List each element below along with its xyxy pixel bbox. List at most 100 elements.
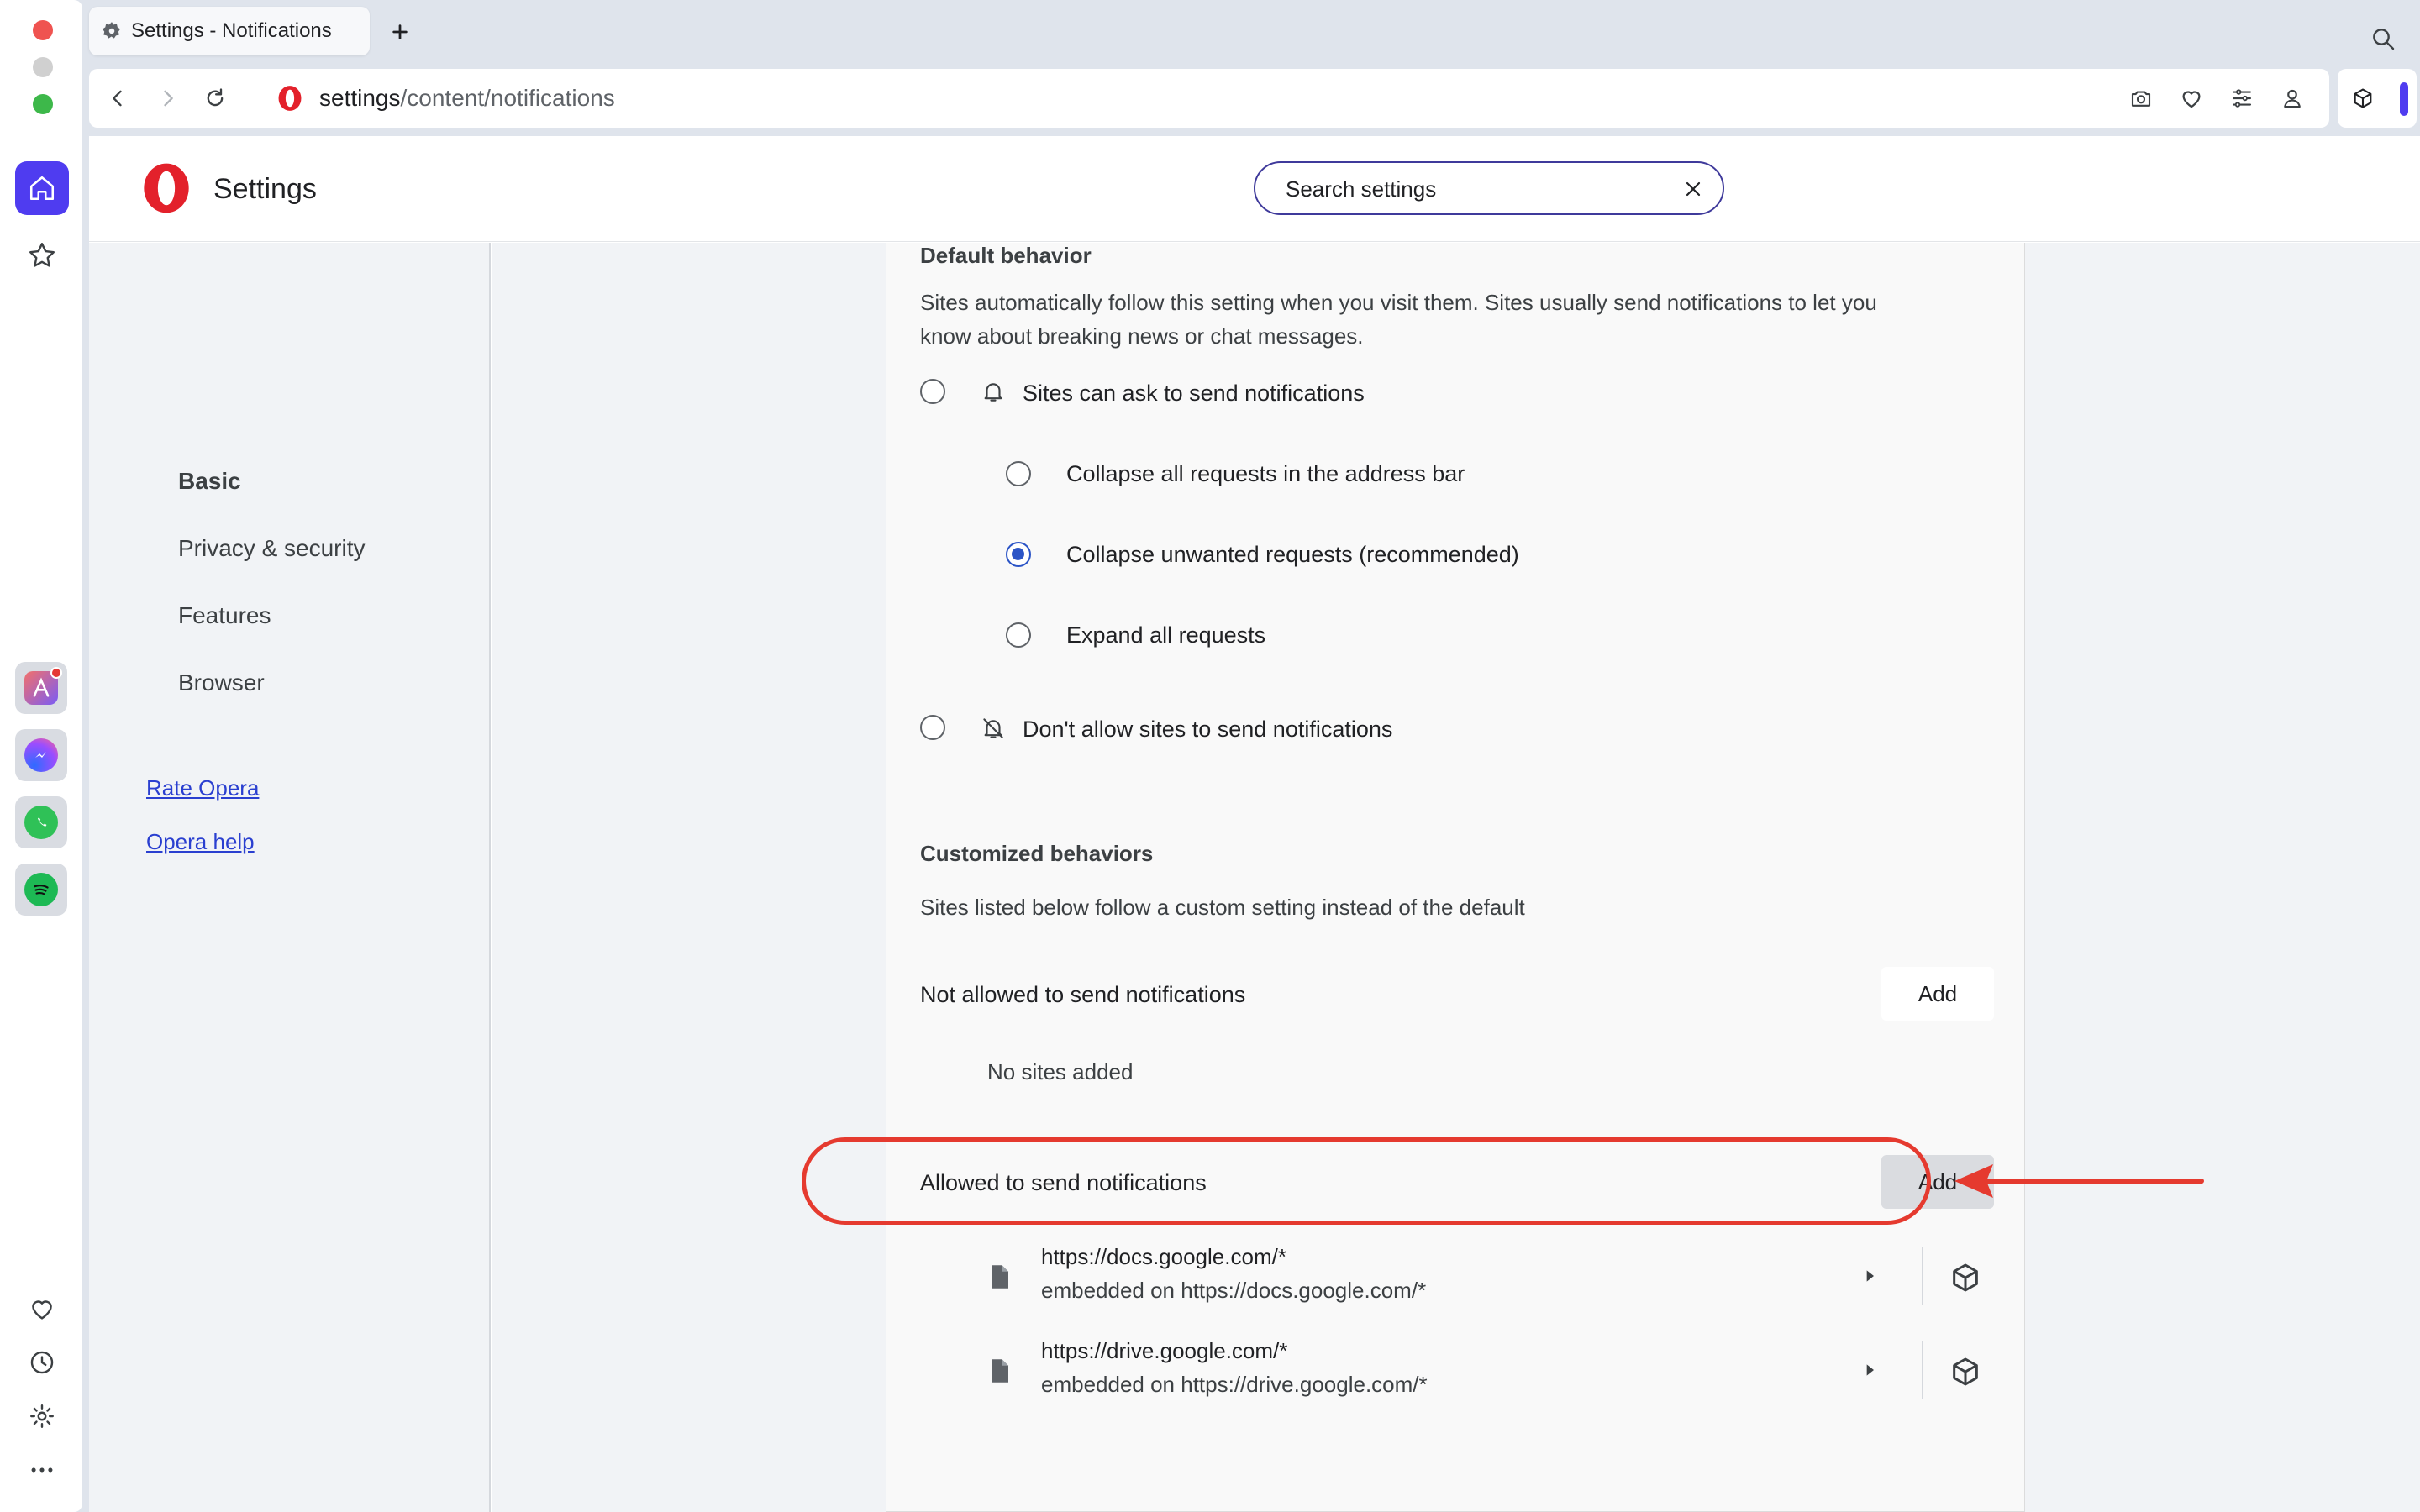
customized-behaviors-heading: Customized behaviors <box>920 841 1154 866</box>
aria-app-button[interactable] <box>15 662 67 714</box>
radio-collapse-unwanted[interactable] <box>1006 542 1031 567</box>
default-behavior-description: Sites automatically follow this setting … <box>920 290 1877 315</box>
back-button[interactable] <box>101 81 134 115</box>
site-embedded: embedded on https://docs.google.com/* <box>1041 1278 1427 1303</box>
tab-settings-notifications[interactable]: Settings - Notifications <box>89 7 370 55</box>
site-url: https://docs.google.com/* <box>1041 1244 1286 1269</box>
file-icon <box>992 1359 1008 1383</box>
radio-sites-can-ask[interactable] <box>920 379 945 404</box>
opera-help-link[interactable]: Opera help <box>146 829 255 855</box>
sidebar-item-browser[interactable]: Browser <box>178 669 265 696</box>
expand-arrow-icon[interactable] <box>1861 1362 1878 1378</box>
expand-arrow-icon[interactable] <box>1861 1268 1878 1284</box>
customized-behaviors-description: Sites listed below follow a custom setti… <box>920 895 1525 920</box>
search-icon <box>2373 29 2395 50</box>
spotify-app-button[interactable] <box>15 864 67 916</box>
gear-icon <box>103 22 121 39</box>
extensions-button[interactable] <box>2346 81 2380 115</box>
spotify-icon <box>24 873 58 906</box>
search-input[interactable] <box>1286 175 1655 203</box>
annotation-highlight-oval <box>802 1137 1931 1225</box>
minimize-window-button[interactable] <box>33 57 53 77</box>
forward-button[interactable] <box>151 81 185 115</box>
chevron-left-icon <box>113 90 122 107</box>
more-dots-icon <box>31 1467 53 1473</box>
annotation-arrow-icon <box>1954 1164 2204 1198</box>
snapshot-button[interactable] <box>2124 81 2158 115</box>
settings-page: Settings Basic Privacy & security Featur… <box>89 136 2420 1512</box>
history-button[interactable] <box>22 1342 62 1383</box>
zoom-window-button[interactable] <box>33 94 53 114</box>
site-row: https://drive.google.com/* embedded on h… <box>886 1333 2024 1417</box>
default-behavior-heading: Default behavior <box>920 243 1092 268</box>
user-icon <box>2284 89 2301 108</box>
site-url: https://drive.google.com/* <box>1041 1338 1288 1363</box>
radio-collapse-all[interactable] <box>1006 461 1031 486</box>
default-behavior-description-cont: know about breaking news or chat message… <box>920 323 1364 349</box>
url-path: /content/notifications <box>400 85 615 111</box>
search-settings-box[interactable] <box>1254 161 1724 215</box>
easy-setup-button[interactable] <box>2225 81 2259 115</box>
chevron-right-icon <box>164 90 173 107</box>
row-divider <box>1922 1341 1923 1399</box>
row-divider <box>1922 1247 1923 1305</box>
heart-icon <box>2182 91 2201 108</box>
option-collapse-unwanted: Collapse unwanted requests (recommended) <box>1066 542 1519 567</box>
app-sidebar-rail <box>0 0 82 1512</box>
sidebar-item-basic[interactable]: Basic <box>178 468 241 495</box>
opera-logo-icon <box>144 163 189 213</box>
new-tab-button[interactable] <box>383 15 417 49</box>
url-host: settings <box>319 85 401 111</box>
whatsapp-app-button[interactable] <box>15 796 67 848</box>
clear-search-button[interactable] <box>1679 175 1707 203</box>
profile-button[interactable] <box>2275 81 2309 115</box>
site-embedded: embedded on https://drive.google.com/* <box>1041 1372 1428 1397</box>
settings-header: Settings <box>89 136 2420 242</box>
not-allowed-title: Not allowed to send notifications <box>920 982 1246 1007</box>
whatsapp-icon <box>24 806 58 839</box>
search-tabs-button[interactable] <box>2366 22 2400 55</box>
settings-sidebar: Basic Privacy & security Features Browse… <box>89 243 491 1512</box>
heart-icon <box>32 1300 52 1320</box>
favorites-button[interactable] <box>22 1289 62 1329</box>
option-collapse-all: Collapse all requests in the address bar <box>1066 461 1465 486</box>
more-button[interactable] <box>22 1450 62 1490</box>
page-title: Settings <box>213 173 317 205</box>
notification-dot <box>50 667 62 679</box>
gear-icon <box>30 1404 54 1428</box>
sliders-icon <box>2232 89 2252 108</box>
settings-button[interactable] <box>22 1396 62 1436</box>
bookmarks-button[interactable] <box>15 228 69 282</box>
file-icon <box>992 1265 1008 1289</box>
address-bar: settings/content/notifications <box>89 69 2329 128</box>
notifications-card: Default behavior Sites automatically fol… <box>886 243 2025 1512</box>
cube-icon[interactable] <box>1949 1355 1982 1389</box>
sidebar-item-features[interactable]: Features <box>178 602 271 629</box>
home-button[interactable] <box>15 161 69 215</box>
add-not-allowed-button[interactable]: Add <box>1881 967 1994 1021</box>
messenger-icon <box>24 738 58 772</box>
close-window-button[interactable] <box>33 20 53 40</box>
bell-off-icon <box>983 718 1003 738</box>
bell-icon <box>984 383 1002 402</box>
cube-icon[interactable] <box>1949 1261 1982 1294</box>
url-field[interactable]: settings/content/notifications <box>319 85 615 112</box>
tab-title: Settings - Notifications <box>131 19 332 42</box>
sidebar-item-privacy[interactable]: Privacy & security <box>178 535 366 562</box>
radio-expand-all[interactable] <box>1006 622 1031 648</box>
rate-opera-link[interactable]: Rate Opera <box>146 775 259 801</box>
sidebar-indicator <box>2400 82 2408 116</box>
clock-icon <box>30 1351 54 1374</box>
camera-icon <box>2131 91 2151 107</box>
option-sites-can-ask: Sites can ask to send notifications <box>1023 381 1365 406</box>
my-flow-button[interactable] <box>2175 81 2208 115</box>
reload-button[interactable] <box>198 81 232 115</box>
option-dont-allow: Don't allow sites to send notifications <box>1023 717 1393 742</box>
cube-icon <box>2354 88 2372 108</box>
radio-dont-allow[interactable] <box>920 715 945 740</box>
option-expand-all: Expand all requests <box>1066 622 1266 648</box>
plus-icon <box>392 24 408 39</box>
reload-icon <box>207 88 224 107</box>
home-icon <box>29 176 55 201</box>
messenger-app-button[interactable] <box>15 729 67 781</box>
